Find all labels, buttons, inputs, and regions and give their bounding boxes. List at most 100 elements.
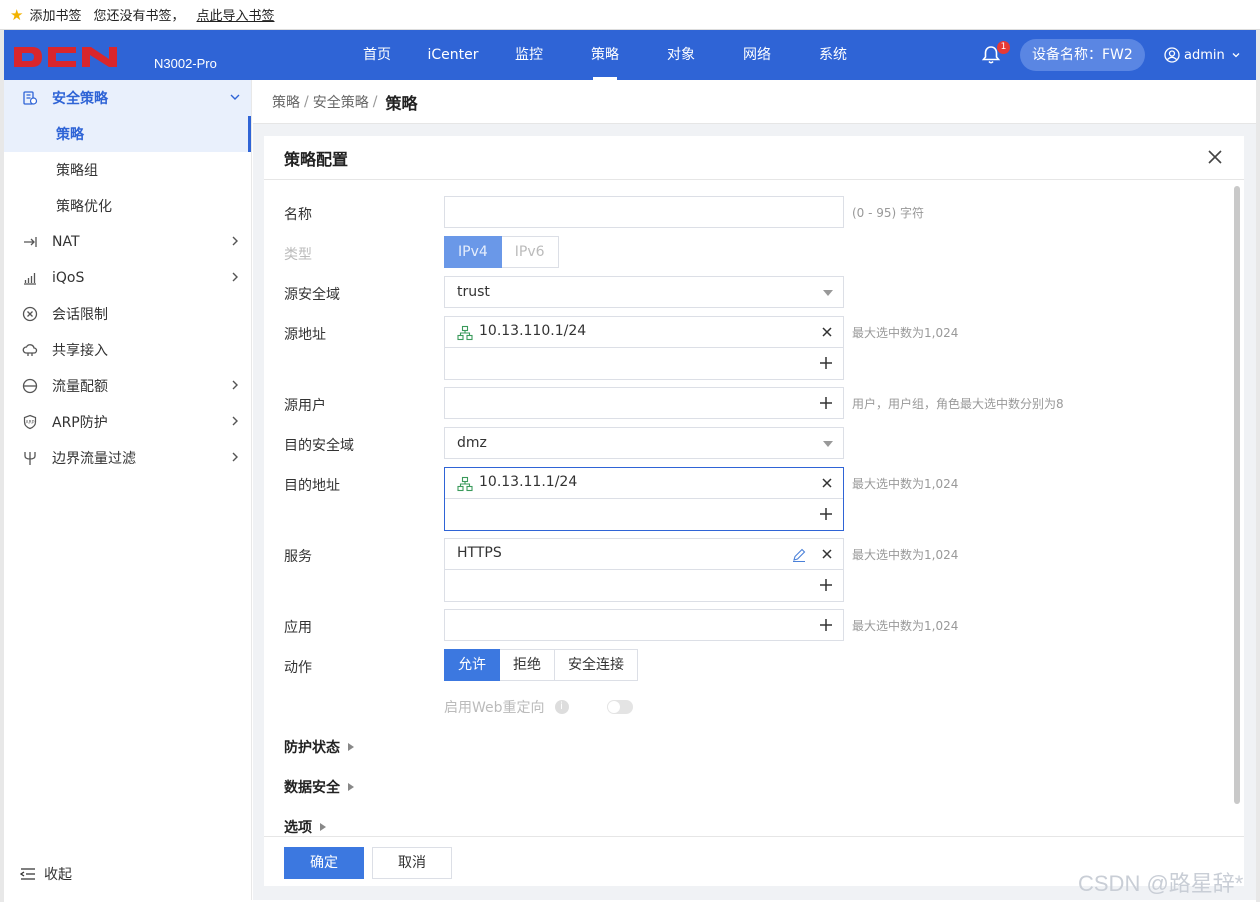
info-icon[interactable]: i [554, 700, 569, 714]
action-segmented: 允许 拒绝 安全连接 [444, 649, 638, 681]
star-icon[interactable]: ★ [10, 6, 23, 24]
service-value: HTTPS [457, 545, 502, 561]
sidebar-item-label: iQoS [52, 270, 85, 286]
app-field[interactable] [444, 609, 844, 641]
plus-icon[interactable] [819, 396, 833, 410]
sidebar-item-session-limit[interactable]: 会话限制 [4, 296, 251, 332]
name-input[interactable] [444, 196, 844, 228]
service-field[interactable]: HTTPS [444, 538, 844, 602]
chevron-down-icon [230, 94, 240, 100]
remove-icon[interactable] [821, 477, 833, 489]
sidebar-sub-policy-optimize[interactable]: 策略优化 [4, 188, 251, 224]
user-menu[interactable]: admin [1164, 30, 1245, 80]
caret-right-icon [320, 823, 326, 831]
src-addr-label: 源地址 [284, 327, 326, 343]
sidebar-sub-policy[interactable]: 策略 [4, 116, 251, 152]
web-redirect-row: 启用Web重定向 i [444, 697, 633, 717]
breadcrumb-item[interactable]: 策略 [272, 92, 300, 112]
src-user-label: 源用户 [284, 398, 326, 414]
nav-icenter[interactable]: iCenter [415, 30, 491, 80]
section-options[interactable]: 选项 [284, 817, 326, 837]
action-allow[interactable]: 允许 [444, 649, 500, 681]
main-nav: 首页 iCenter 监控 策略 对象 网络 系统 [339, 30, 871, 80]
nav-network[interactable]: 网络 [719, 30, 795, 80]
action-deny[interactable]: 拒绝 [500, 649, 555, 681]
section-data-security[interactable]: 数据安全 [284, 777, 354, 797]
dst-addr-hint: 最大选中数为1,024 [852, 477, 959, 491]
caret-right-icon [348, 743, 354, 751]
sidebar-item-border-filter[interactable]: 边界流量过滤 [4, 440, 251, 476]
network-tree-icon [457, 476, 473, 492]
sidebar-item-iqos[interactable]: iQoS [4, 260, 251, 296]
main-content: 策略 / 安全策略 / 策略 策略配置 名称 (0 - 95) 字符 类型 IP… [253, 80, 1256, 900]
nav-monitor[interactable]: 监控 [491, 30, 567, 80]
close-icon[interactable] [1206, 148, 1224, 166]
action-label: 动作 [284, 660, 312, 676]
web-redirect-toggle[interactable] [606, 700, 633, 714]
sidebar-item-label: 边界流量过滤 [52, 451, 136, 467]
add-bookmark-label[interactable]: 添加书签 [29, 5, 81, 24]
panel-header: 策略配置 [264, 136, 1244, 180]
top-navbar: N3002-Pro 首页 iCenter 监控 策略 对象 网络 系统 1 设备… [4, 30, 1256, 80]
sidebar-collapse-button[interactable]: 收起 [20, 864, 72, 884]
caret-right-icon [348, 783, 354, 791]
section-protection-status[interactable]: 防护状态 [284, 737, 354, 757]
nav-system[interactable]: 系统 [795, 30, 871, 80]
src-zone-value: trust [457, 284, 490, 300]
plus-icon[interactable] [819, 578, 833, 592]
plus-icon[interactable] [819, 618, 833, 632]
plus-icon[interactable] [819, 356, 833, 370]
plus-icon[interactable] [819, 507, 833, 521]
breadcrumb-current: 策略 [385, 93, 418, 113]
remove-icon[interactable] [821, 326, 833, 338]
caret-down-icon [823, 290, 833, 296]
security-policy-icon [22, 90, 38, 106]
src-user-field[interactable] [444, 387, 844, 419]
quota-circle-icon [22, 378, 38, 394]
circle-x-icon [22, 306, 38, 322]
sidebar-item-arp-protection[interactable]: ARP ARP防护 [4, 404, 251, 440]
remove-icon[interactable] [821, 548, 833, 560]
edit-pencil-icon[interactable] [791, 547, 807, 563]
nav-policy[interactable]: 策略 [567, 30, 643, 80]
list-item: 10.13.110.1/24 [445, 317, 843, 348]
network-tree-icon [457, 325, 473, 341]
dst-addr-label: 目的地址 [284, 478, 340, 494]
sidebar-item-nat[interactable]: NAT [4, 224, 251, 260]
action-secure-connect[interactable]: 安全连接 [555, 649, 638, 681]
watermark: CSDN @路星辞* [1078, 871, 1244, 896]
scrollbar[interactable] [1234, 186, 1240, 804]
src-zone-select[interactable]: trust [444, 276, 844, 308]
device-name-pill[interactable]: 设备名称：FW2 [1020, 39, 1145, 71]
list-item: HTTPS [445, 539, 843, 570]
sidebar-item-traffic-quota[interactable]: 流量配额 [4, 368, 251, 404]
chevron-down-icon [1232, 53, 1240, 58]
src-addr-hint: 最大选中数为1,024 [852, 326, 959, 340]
dst-zone-label: 目的安全域 [284, 438, 354, 454]
breadcrumb-separator: / [304, 93, 309, 110]
sidebar-item-label: 流量配额 [52, 379, 108, 395]
sidebar-item-label: NAT [52, 234, 80, 250]
import-bookmarks-link[interactable]: 点此导入书签 [196, 5, 274, 24]
chevron-right-icon [232, 272, 238, 282]
app-hint: 最大选中数为1,024 [852, 619, 959, 633]
sidebar-group-security-policy[interactable]: 安全策略 [4, 80, 251, 116]
breadcrumb-item[interactable]: 安全策略 [313, 92, 369, 112]
confirm-button[interactable]: 确定 [284, 847, 364, 879]
dst-addr-field[interactable]: 10.13.11.1/24 [444, 467, 844, 531]
sidebar-sub-policy-group[interactable]: 策略组 [4, 152, 251, 188]
section-label: 防护状态 [284, 740, 340, 756]
list-item: 10.13.11.1/24 [445, 468, 843, 499]
chevron-right-icon [232, 416, 238, 426]
sidebar-group-label: 安全策略 [52, 91, 108, 107]
sidebar-item-shared-access[interactable]: 共享接入 [4, 332, 251, 368]
name-hint: (0 - 95) 字符 [852, 206, 925, 220]
breadcrumb: 策略 / 安全策略 / 策略 [253, 80, 1256, 124]
nav-home[interactable]: 首页 [339, 30, 415, 80]
chevron-right-icon [232, 236, 238, 246]
src-addr-field[interactable]: 10.13.110.1/24 [444, 316, 844, 380]
window-frame-right [1256, 30, 1260, 902]
nav-object[interactable]: 对象 [643, 30, 719, 80]
dst-zone-select[interactable]: dmz [444, 427, 844, 459]
cancel-button[interactable]: 取消 [372, 847, 452, 879]
